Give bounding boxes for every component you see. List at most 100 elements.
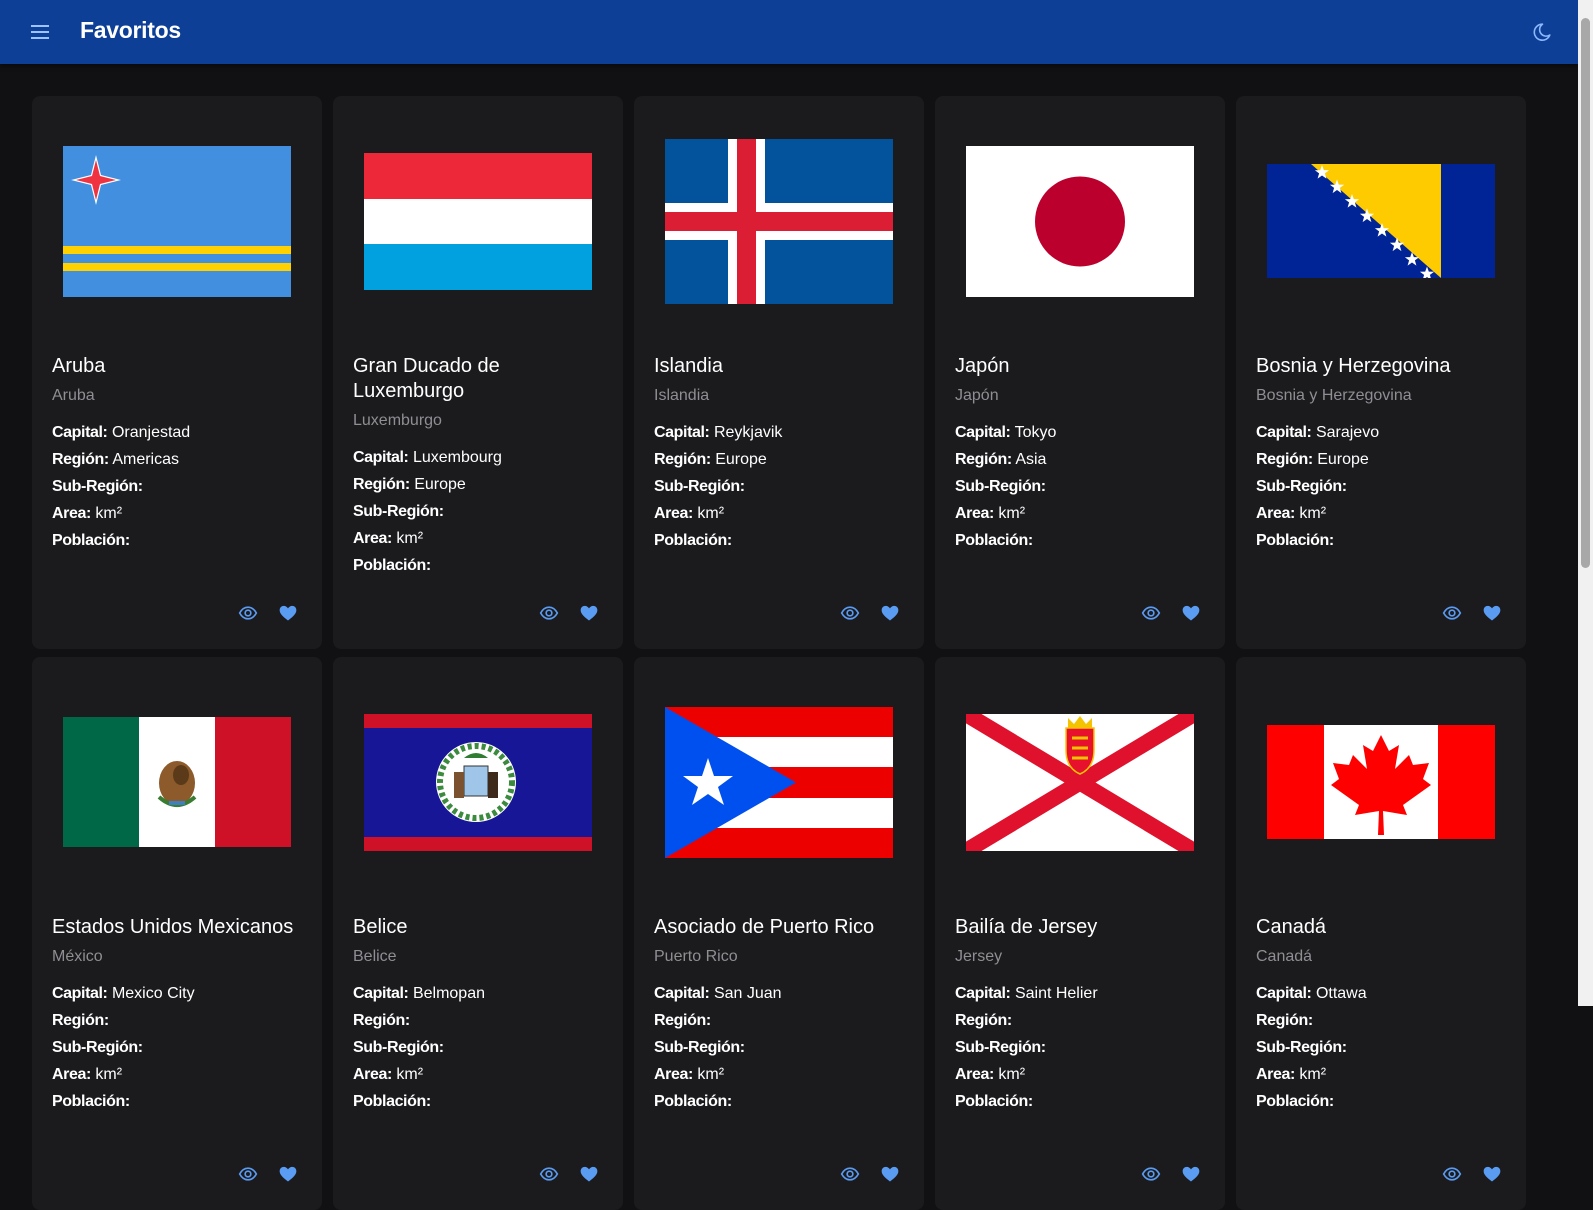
capital-label: Capital: xyxy=(353,449,408,466)
heart-icon[interactable] xyxy=(1480,1162,1504,1186)
population-row: Población: xyxy=(654,527,909,554)
capital-row: Capital: Mexico City xyxy=(52,980,307,1007)
capital-label: Capital: xyxy=(52,985,107,1002)
region-row: Región: xyxy=(955,1007,1210,1034)
area-label: Area: xyxy=(353,1066,392,1083)
card-actions xyxy=(838,601,902,625)
country-common-name: Aruba xyxy=(52,387,307,405)
heart-icon[interactable] xyxy=(1480,601,1504,625)
subregion-row: Sub-Región: xyxy=(955,473,1210,500)
menu-icon[interactable] xyxy=(28,20,52,44)
population-label: Población: xyxy=(955,1093,1033,1110)
area-row: Area: km² xyxy=(955,1061,1210,1088)
subregion-row: Sub-Región: xyxy=(955,1034,1210,1061)
region-label: Región: xyxy=(654,1012,711,1029)
region-label: Región: xyxy=(52,1012,109,1029)
capital-label: Capital: xyxy=(654,424,709,441)
capital-label: Capital: xyxy=(353,985,408,1002)
country-card[interactable]: Islandia Islandia Capital: Reykjavik Reg… xyxy=(634,96,924,649)
capital-value: Sarajevo xyxy=(1316,424,1379,441)
subregion-label: Sub-Región: xyxy=(654,1039,745,1056)
card-actions xyxy=(1440,601,1504,625)
country-card[interactable]: Canadá Canadá Capital: Ottawa Región: Su… xyxy=(1236,657,1526,1210)
population-label: Población: xyxy=(52,532,130,549)
country-flag xyxy=(935,657,1225,907)
scrollbar[interactable] xyxy=(1578,0,1593,1006)
population-row: Población: xyxy=(52,527,307,554)
country-common-name: Jersey xyxy=(955,948,1210,966)
eye-icon[interactable] xyxy=(1139,601,1163,625)
country-card[interactable]: Gran Ducado de Luxemburgo Luxemburgo Cap… xyxy=(333,96,623,649)
card-body: Asociado de Puerto Rico Puerto Rico Capi… xyxy=(654,915,909,1115)
country-common-name: México xyxy=(52,948,307,966)
area-label: Area: xyxy=(654,505,693,522)
heart-icon[interactable] xyxy=(1179,601,1203,625)
capital-label: Capital: xyxy=(52,424,107,441)
country-card[interactable]: Asociado de Puerto Rico Puerto Rico Capi… xyxy=(634,657,924,1210)
capital-label: Capital: xyxy=(1256,985,1311,1002)
moon-icon[interactable] xyxy=(1530,20,1554,44)
scrollbar-thumb[interactable] xyxy=(1581,18,1590,568)
country-official-name: Asociado de Puerto Rico xyxy=(654,915,909,940)
country-common-name: Luxemburgo xyxy=(353,412,608,430)
capital-value: San Juan xyxy=(714,985,782,1002)
area-row: Area: km² xyxy=(1256,500,1511,527)
country-card[interactable]: Bosnia y Herzegovina Bosnia y Herzegovin… xyxy=(1236,96,1526,649)
region-label: Región: xyxy=(1256,1012,1313,1029)
card-actions xyxy=(838,1162,902,1186)
eye-icon[interactable] xyxy=(1139,1162,1163,1186)
country-card[interactable]: Belice Belice Capital: Belmopan Región: … xyxy=(333,657,623,1210)
heart-icon[interactable] xyxy=(878,601,902,625)
country-common-name: Canadá xyxy=(1256,948,1511,966)
country-common-name: Islandia xyxy=(654,387,909,405)
population-label: Población: xyxy=(353,1093,431,1110)
country-official-name: Bosnia y Herzegovina xyxy=(1256,354,1511,379)
area-unit: km² xyxy=(697,1066,724,1083)
eye-icon[interactable] xyxy=(838,601,862,625)
country-card[interactable]: Estados Unidos Mexicanos México Capital:… xyxy=(32,657,322,1210)
country-official-name: Aruba xyxy=(52,354,307,379)
eye-icon[interactable] xyxy=(537,601,561,625)
eye-icon[interactable] xyxy=(537,1162,561,1186)
population-label: Población: xyxy=(654,532,732,549)
card-actions xyxy=(537,1162,601,1186)
eye-icon[interactable] xyxy=(236,1162,260,1186)
population-row: Población: xyxy=(654,1088,909,1115)
heart-icon[interactable] xyxy=(276,1162,300,1186)
heart-icon[interactable] xyxy=(276,601,300,625)
capital-row: Capital: San Juan xyxy=(654,980,909,1007)
country-official-name: Islandia xyxy=(654,354,909,379)
population-row: Población: xyxy=(1256,527,1511,554)
country-flag xyxy=(32,96,322,346)
population-row: Población: xyxy=(353,552,608,579)
heart-icon[interactable] xyxy=(1179,1162,1203,1186)
subregion-row: Sub-Región: xyxy=(654,1034,909,1061)
subregion-label: Sub-Región: xyxy=(353,503,444,520)
heart-icon[interactable] xyxy=(878,1162,902,1186)
heart-icon[interactable] xyxy=(577,601,601,625)
subregion-label: Sub-Región: xyxy=(654,478,745,495)
country-card[interactable]: Bailía de Jersey Jersey Capital: Saint H… xyxy=(935,657,1225,1210)
card-actions xyxy=(1139,1162,1203,1186)
area-label: Area: xyxy=(353,530,392,547)
area-unit: km² xyxy=(998,505,1025,522)
country-flag xyxy=(634,96,924,346)
subregion-row: Sub-Región: xyxy=(52,1034,307,1061)
eye-icon[interactable] xyxy=(838,1162,862,1186)
area-row: Area: km² xyxy=(52,1061,307,1088)
heart-icon[interactable] xyxy=(577,1162,601,1186)
country-card[interactable]: Japón Japón Capital: Tokyo Región: Asia … xyxy=(935,96,1225,649)
eye-icon[interactable] xyxy=(1440,601,1464,625)
eye-icon[interactable] xyxy=(1440,1162,1464,1186)
card-body: Gran Ducado de Luxemburgo Luxemburgo Cap… xyxy=(353,354,608,579)
eye-icon[interactable] xyxy=(236,601,260,625)
app-bar: Favoritos xyxy=(0,0,1578,64)
subregion-label: Sub-Región: xyxy=(955,1039,1046,1056)
area-label: Area: xyxy=(1256,505,1295,522)
region-value: Europe xyxy=(1317,451,1369,468)
country-card[interactable]: Aruba Aruba Capital: Oranjestad Región: … xyxy=(32,96,322,649)
country-flag xyxy=(634,657,924,907)
country-official-name: Estados Unidos Mexicanos xyxy=(52,915,307,940)
subregion-row: Sub-Región: xyxy=(654,473,909,500)
card-actions xyxy=(236,601,300,625)
